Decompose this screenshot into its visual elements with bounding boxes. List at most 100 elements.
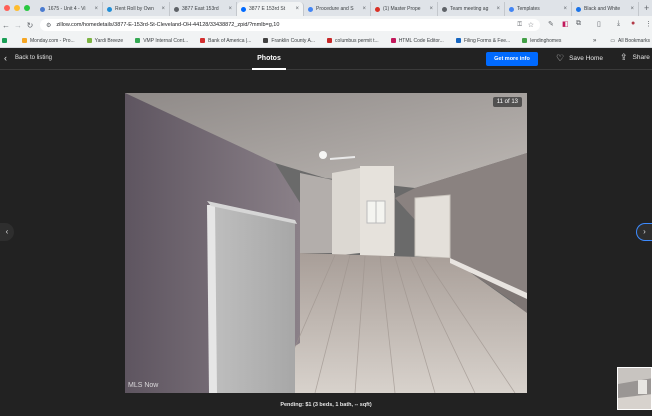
browser-tab[interactable]: Rent Roll by Own ×	[103, 2, 170, 16]
more-bookmarks-button[interactable]: »	[593, 38, 596, 44]
minimize-window-button[interactable]	[14, 5, 20, 11]
url-text: zillow.com/homedetails/3877-E-153rd-St-C…	[56, 22, 280, 28]
bookmark-label: Filing Forms & Fee...	[463, 37, 511, 44]
browser-tab[interactable]: 3877 E 153rd St ×	[237, 2, 304, 16]
tab-favicon-icon	[442, 6, 447, 12]
tab-favicon-icon	[174, 6, 179, 12]
tab-favicon-icon	[40, 6, 45, 12]
browser-tab[interactable]: 1675 - Unit 4 - Vi ×	[36, 2, 103, 16]
previous-photo-button[interactable]: ‹	[0, 223, 14, 241]
tab-favicon-icon	[509, 6, 514, 12]
thumbnail-image	[618, 368, 651, 409]
tab-favicon-icon	[308, 6, 313, 12]
address-bar[interactable]: ⚙ zillow.com/homedetails/3877-E-153rd-St…	[40, 19, 540, 31]
chevron-right-icon: ›	[643, 227, 646, 236]
zoom-window-button[interactable]	[24, 5, 30, 11]
close-tab-icon[interactable]: ×	[295, 6, 299, 12]
back-arrow-icon[interactable]: ←	[0, 21, 12, 30]
close-tab-icon[interactable]: ×	[563, 6, 567, 12]
close-tab-icon[interactable]: ×	[362, 6, 366, 12]
bookmarks-bar: Monday.com - Pro... Yardi Breeze VMP Inter…	[0, 34, 652, 48]
tab-title: Templates	[517, 6, 540, 12]
bookmark-favicon-icon	[522, 38, 528, 43]
bookmark-favicon-icon	[263, 38, 269, 43]
bookmark-item[interactable]: Franklin County A...	[263, 38, 315, 44]
back-to-listing-link[interactable]: ‹ Back to listing	[4, 53, 52, 63]
tab-title: 3877 East 153rd	[182, 6, 219, 12]
save-home-button[interactable]: ♡ Save Home	[556, 53, 604, 63]
browser-tab[interactable]: 3877 East 153rd ×	[170, 2, 237, 16]
tab-title: Team meeting ag	[450, 6, 489, 12]
bookmark-favicon-icon	[455, 38, 461, 43]
next-photo-button[interactable]: ›	[636, 223, 652, 241]
tab-title: 1675 - Unit 4 - Vi	[48, 6, 86, 12]
side-panel-icon[interactable]: ▯	[597, 20, 601, 28]
bookmark-item[interactable]: lendinghomes	[522, 38, 561, 44]
reload-icon[interactable]: ↻	[24, 21, 36, 30]
tab-title: Rent Roll by Own	[115, 6, 154, 12]
chevron-left-icon: ‹	[4, 53, 7, 63]
profile-avatar-icon[interactable]: ●	[631, 20, 635, 27]
site-info-icon[interactable]: ⚙	[46, 22, 51, 29]
bookmark-favicon-icon	[86, 38, 92, 43]
bookmark-item[interactable]: columbus permit t...	[327, 38, 379, 44]
bookmark-item[interactable]: Monday.com - Pro...	[22, 38, 75, 44]
attic-room-photo	[125, 93, 527, 393]
download-icon[interactable]: ⤓	[617, 20, 620, 28]
tab-title: (1) Master Prope	[383, 6, 421, 12]
close-tab-icon[interactable]: ×	[496, 6, 500, 12]
bookmark-item[interactable]: Filing Forms & Fee...	[455, 37, 511, 44]
close-tab-icon[interactable]: ×	[228, 6, 232, 12]
close-tab-icon[interactable]: ×	[630, 6, 634, 12]
listing-photo: 11 of 13 MLS Now	[125, 93, 527, 393]
close-tab-icon[interactable]: ×	[94, 6, 98, 12]
bookmark-item[interactable]: Bank of America |...	[200, 38, 251, 44]
photo-viewer: ‹ Back to listing Photos Get more info ♡…	[0, 48, 652, 416]
browser-toolbar: ← → ↻ ⚙ zillow.com/homedetails/3877-E-15…	[0, 16, 652, 34]
bookmark-favicon-icon	[200, 38, 206, 43]
tab-photos[interactable]: Photos	[252, 48, 286, 70]
forward-arrow-icon[interactable]: →	[12, 21, 24, 30]
tab-favicon-icon	[576, 6, 581, 12]
bookmark-label: Bank of America |...	[208, 37, 252, 44]
menu-kebab-icon[interactable]: ⋮	[645, 20, 652, 28]
bookmark-favicon-icon	[22, 38, 27, 43]
colorful-extension-icon[interactable]: ◧	[562, 20, 569, 28]
browser-tab[interactable]: Templates ×	[505, 2, 572, 16]
bookmark-item[interactable]: Yardi Breeze	[86, 37, 124, 44]
pen-extension-icon[interactable]: ✎	[548, 20, 554, 28]
browser-tab[interactable]: (1) Master Prope ×	[371, 2, 438, 16]
all-bookmarks-link[interactable]: All Bookmarks	[618, 38, 650, 44]
photo-counter: 11 of 13	[492, 97, 522, 107]
close-tab-icon[interactable]: ×	[429, 6, 433, 12]
browser-tab[interactable]: Black and White ×	[572, 2, 639, 16]
bookmark-label: columbus permit t...	[335, 37, 379, 44]
browser-tab[interactable]: Team meeting ag ×	[438, 2, 505, 16]
bookmark-label: Yardi Breeze	[94, 37, 124, 44]
window-controls	[0, 5, 36, 11]
viewer-header: ‹ Back to listing Photos Get more info ♡…	[0, 48, 652, 70]
tab-title: 3877 E 153rd St	[249, 6, 286, 12]
bookmark-item[interactable]: HTML Code Editor...	[390, 38, 444, 44]
browser-tab[interactable]: Procedure and S ×	[304, 2, 371, 16]
share-button[interactable]: ⇪ Share	[620, 52, 650, 62]
bookmarks-right: » ▭ All Bookmarks	[593, 34, 650, 48]
get-more-info-button[interactable]: Get more info	[486, 52, 538, 66]
photo-thumbnail[interactable]	[617, 367, 652, 410]
close-window-button[interactable]	[4, 5, 10, 11]
save-home-label: Save Home	[569, 54, 604, 62]
chevron-left-icon: ‹	[5, 227, 9, 236]
screen: 1675 - Unit 4 - Vi × Rent Roll by Own × 3877…	[0, 0, 652, 416]
tab-favicon-icon	[107, 6, 112, 12]
share-icon: ⇪	[620, 52, 628, 62]
bookmark-item[interactable]	[2, 38, 10, 43]
puzzle-extensions-icon[interactable]: ⧉	[576, 20, 581, 28]
listing-caption: Pending: $1 (3 beds, 1 bath, -- sqft)	[280, 402, 372, 408]
mls-watermark: MLS Now	[128, 382, 159, 389]
bookmark-star-icon[interactable]: ☆	[528, 21, 534, 29]
close-tab-icon[interactable]: ×	[161, 6, 165, 12]
heart-icon: ♡	[556, 53, 565, 63]
new-tab-icon[interactable]: +	[639, 1, 649, 15]
password-key-icon[interactable]: ⚿	[517, 22, 522, 29]
bookmark-item[interactable]: VMP Internal Cont...	[135, 38, 188, 44]
